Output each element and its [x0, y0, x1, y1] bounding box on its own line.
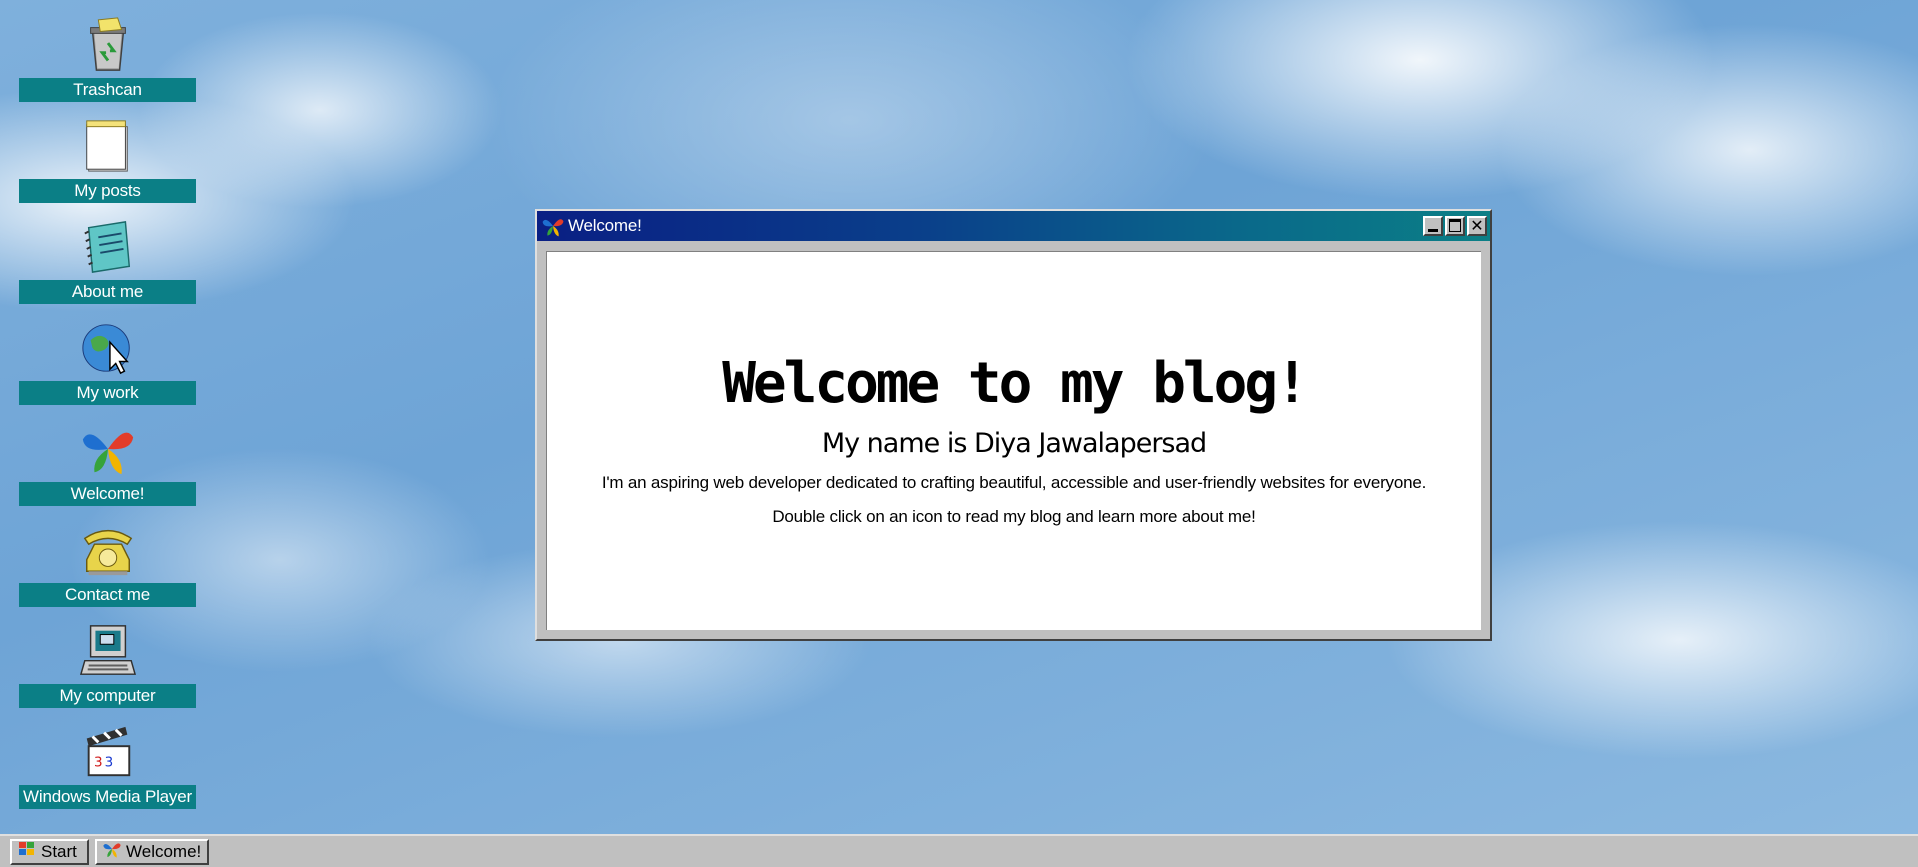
desktop-icon-label: Welcome!	[19, 482, 196, 506]
taskbar: Start Welcome!	[0, 834, 1918, 867]
desktop-icon-label: About me	[19, 280, 196, 304]
window-titlebar[interactable]: Welcome! ✕	[537, 211, 1490, 241]
instructions-text: Double click on an icon to read my blog …	[772, 507, 1256, 526]
page-subtitle: My name is Diya Jawalapersad	[821, 428, 1207, 459]
clapperboard-icon: 3 3	[77, 721, 139, 783]
start-label: Start	[41, 841, 77, 861]
desktop-icon-label: My posts	[19, 179, 196, 203]
welcome-window[interactable]: Welcome! ✕ Welcome to my blog! My name i…	[535, 209, 1492, 641]
desktop-icon-label: Windows Media Player	[19, 785, 196, 809]
desktop-icon-about-me[interactable]: About me	[19, 216, 196, 306]
telephone-icon	[77, 519, 139, 581]
desktop-icon-label: My computer	[19, 684, 196, 708]
desktop-icon-label: Contact me	[19, 583, 196, 607]
desktop-icon-label: Trashcan	[19, 78, 196, 102]
desktop-icon-my-posts[interactable]: My posts	[19, 115, 196, 205]
desktop-icon-my-computer[interactable]: My computer	[19, 620, 196, 710]
close-icon: ✕	[1470, 216, 1484, 235]
intro-text: I'm an aspiring web developer dedicated …	[601, 473, 1427, 492]
desktop-icon-windows-media-player[interactable]: 3 3 Windows Media Player	[19, 721, 196, 811]
recycle-bin-icon	[77, 14, 139, 76]
desktop-icon-contact-me[interactable]: Contact me	[19, 519, 196, 609]
svg-text:3: 3	[104, 755, 113, 771]
page-title: Welcome to my blog!	[722, 351, 1309, 416]
start-button[interactable]: Start	[10, 838, 89, 865]
window-title: Welcome!	[568, 216, 642, 235]
maximize-icon	[1449, 219, 1461, 232]
window-content: Welcome to my blog! My name is Diya Jawa…	[546, 251, 1481, 630]
svg-text:3: 3	[94, 755, 103, 771]
desktop-icon-label: My work	[19, 381, 196, 405]
minimize-button[interactable]	[1423, 216, 1443, 236]
taskbar-item-welcome[interactable]: Welcome!	[95, 838, 209, 865]
minimize-icon	[1428, 229, 1438, 232]
windows-logo-icon	[17, 839, 37, 864]
desktop-icon-my-work[interactable]: My work	[19, 317, 196, 407]
butterfly-icon	[102, 839, 122, 864]
taskbar-item-label: Welcome!	[126, 841, 202, 861]
globe-cursor-icon	[77, 317, 139, 379]
butterfly-icon	[541, 214, 565, 238]
window-controls: ✕	[1423, 216, 1487, 236]
desktop-icon-trashcan[interactable]: Trashcan	[19, 14, 196, 104]
computer-icon	[77, 620, 139, 682]
close-button[interactable]: ✕	[1467, 216, 1487, 236]
maximize-button[interactable]	[1445, 216, 1465, 236]
desktop-icon-welcome[interactable]: Welcome!	[19, 418, 196, 508]
butterfly-icon	[77, 418, 139, 480]
notepad-icon	[77, 115, 139, 177]
notebook-icon	[77, 216, 139, 278]
